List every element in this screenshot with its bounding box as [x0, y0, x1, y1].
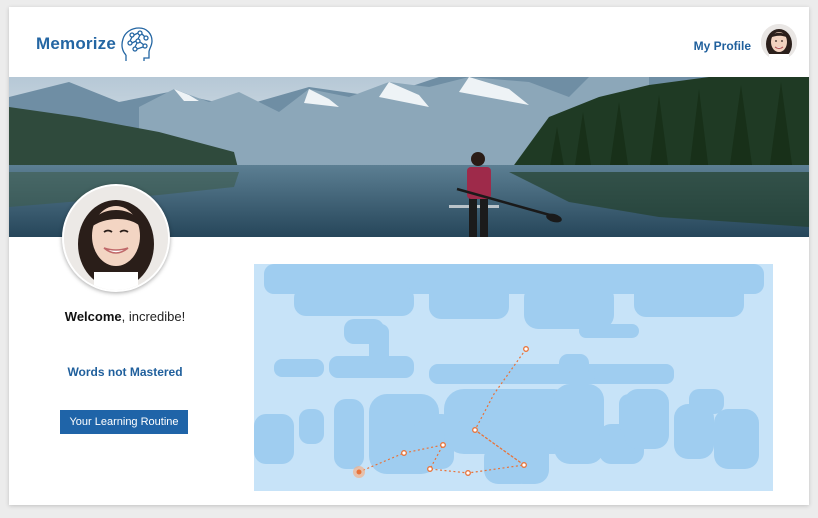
welcome-username: , incredibe!	[121, 309, 186, 324]
map-marker-icon[interactable]	[440, 442, 446, 448]
my-profile-link[interactable]: My Profile	[694, 39, 751, 53]
map-landmass	[254, 264, 764, 484]
map-marker-icon[interactable]	[427, 466, 433, 472]
map-marker-icon[interactable]	[356, 469, 362, 475]
route-map[interactable]	[254, 264, 773, 491]
map-marker-icon[interactable]	[472, 427, 478, 433]
profile-avatar	[62, 184, 170, 292]
brain-icon	[121, 27, 153, 61]
welcome-greeting: Welcome	[64, 309, 122, 324]
header-avatar[interactable]	[761, 24, 797, 60]
words-not-mastered-link[interactable]: Words not Mastered	[9, 365, 241, 379]
header-avatar-image	[761, 24, 797, 60]
map-marker-icon[interactable]	[465, 470, 471, 476]
profile-avatar-image	[64, 186, 168, 290]
welcome-message: Welcome, incredibe!	[9, 309, 241, 324]
map-canvas	[254, 264, 764, 484]
page-card: Memorize My Profile Welcome, incredibe! …	[9, 7, 809, 505]
app-name: Memorize	[36, 34, 117, 53]
map-marker-icon[interactable]	[521, 462, 527, 468]
app-logo[interactable]: Memorize	[36, 25, 154, 63]
learning-routine-button[interactable]: Your Learning Routine	[60, 410, 188, 434]
map-marker-icon[interactable]	[523, 346, 529, 352]
map-marker-icon[interactable]	[401, 450, 407, 456]
